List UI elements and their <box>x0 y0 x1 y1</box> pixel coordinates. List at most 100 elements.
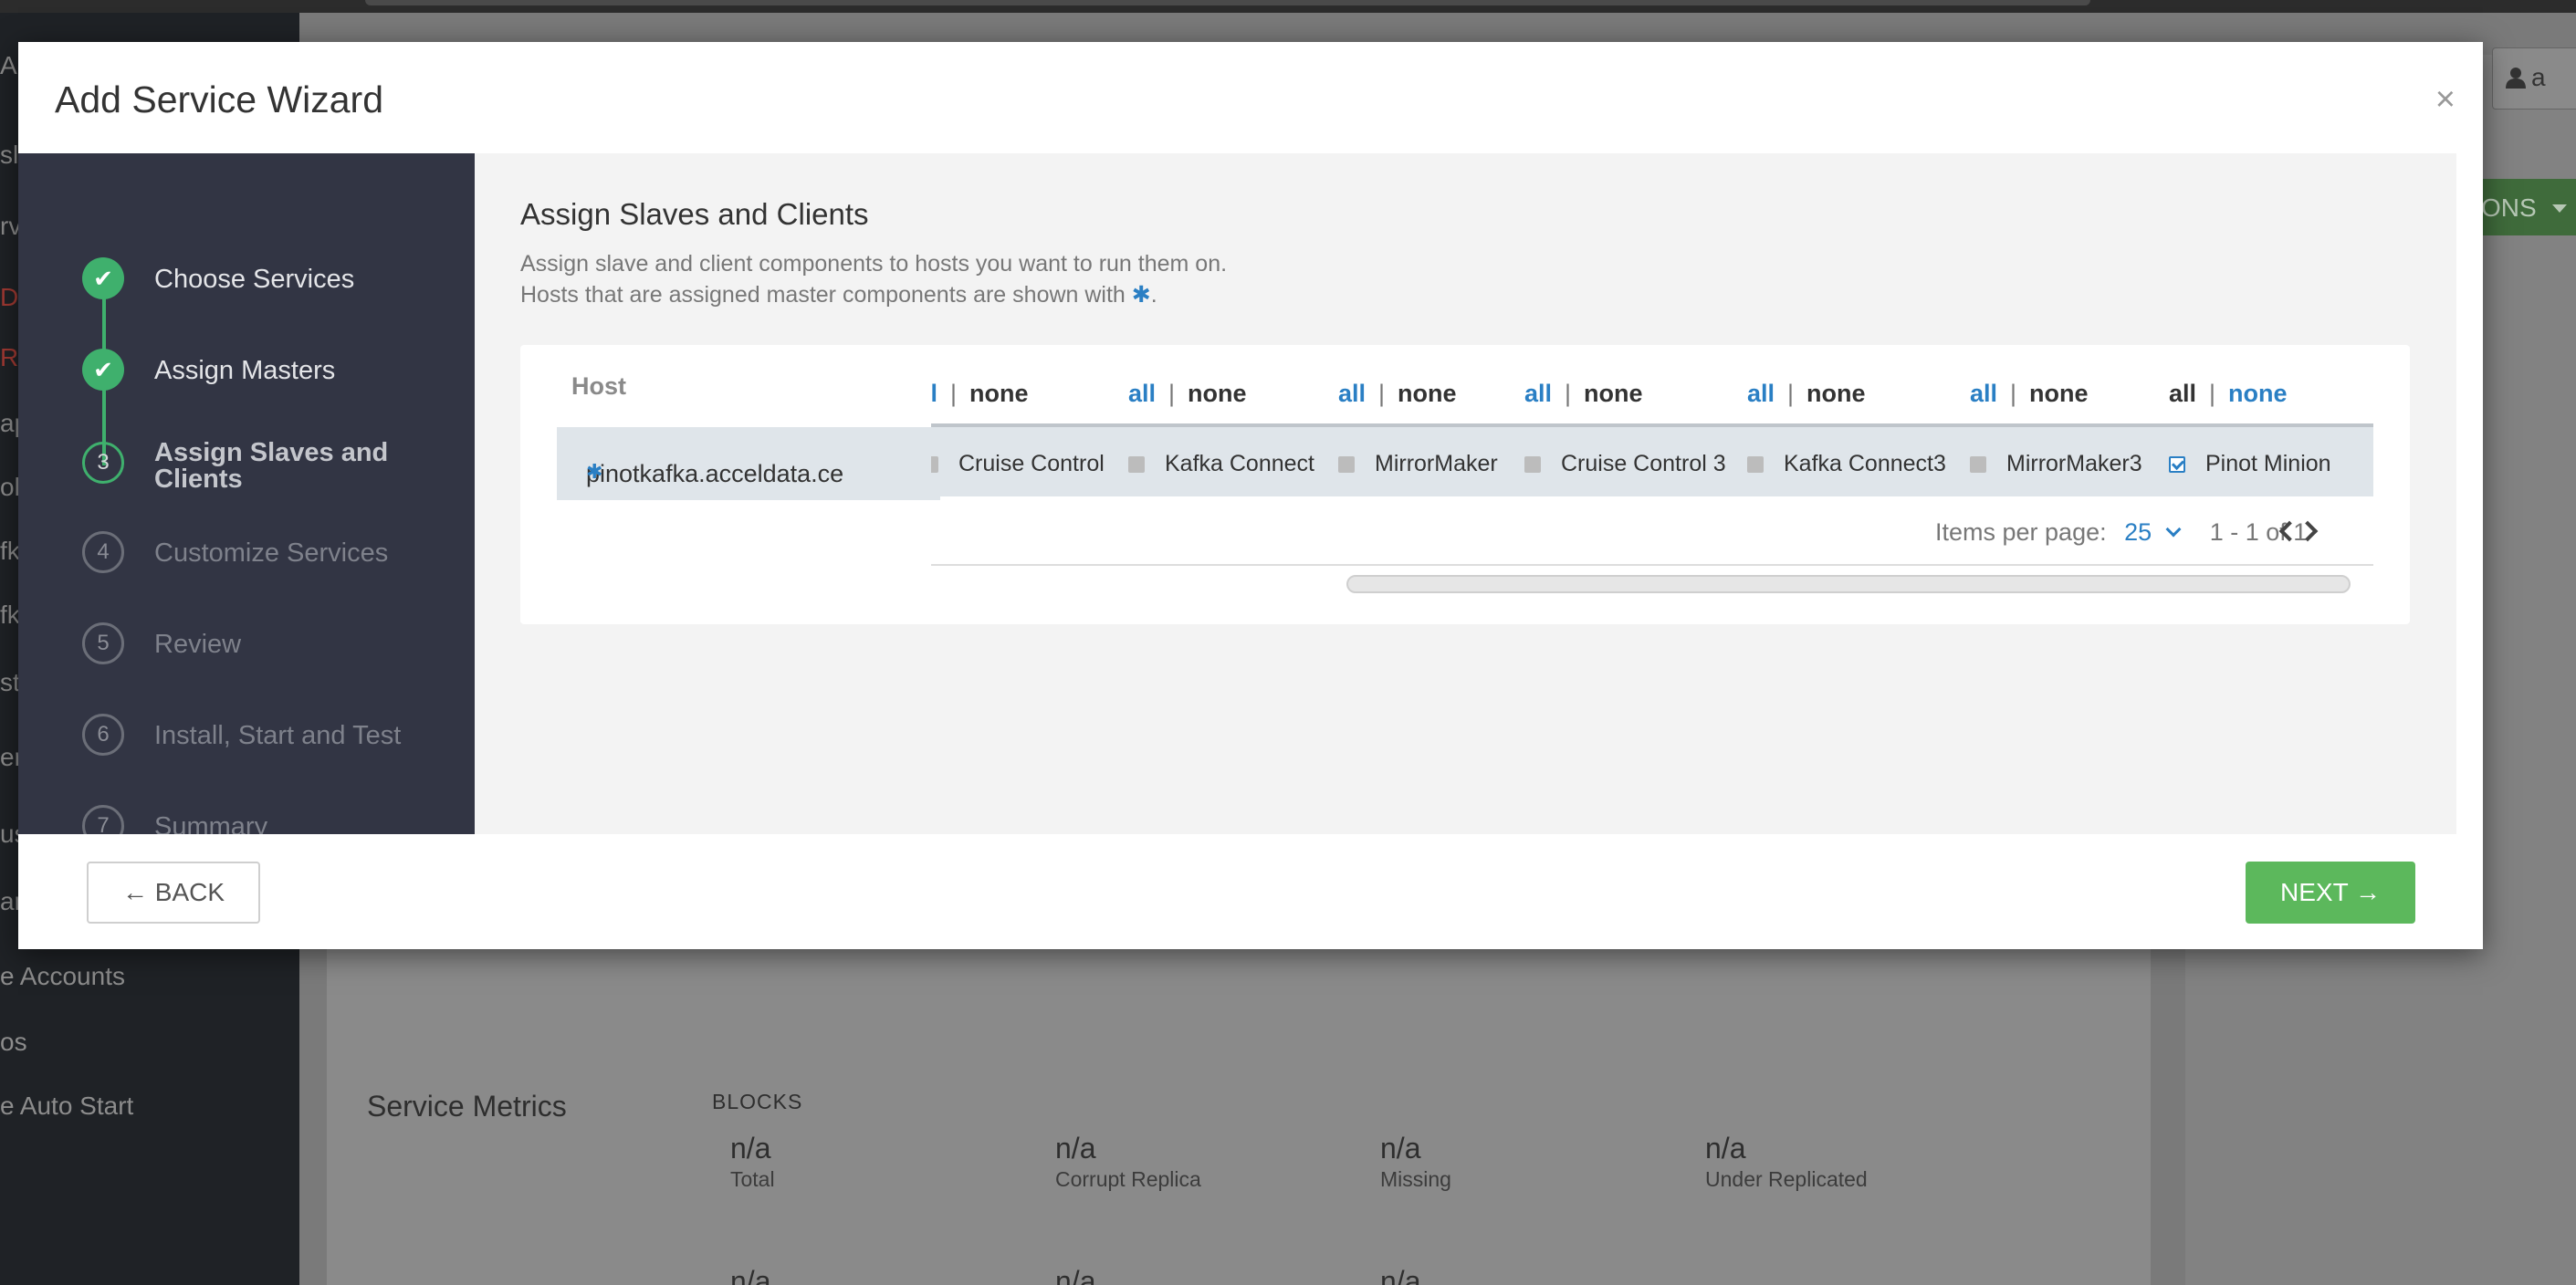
metric-label: Missing <box>1380 1167 1451 1191</box>
master-star-icon: ✱ <box>1131 282 1151 308</box>
sidebar-item[interactable]: A <box>0 51 17 80</box>
step-label: Assign Slaves and Clients <box>154 438 389 494</box>
metric-label: Corrupt Replica <box>1055 1167 1201 1191</box>
column-select-links: ll|none <box>931 380 1029 408</box>
step-choose-services[interactable]: ✔ Choose Services <box>82 257 466 301</box>
step-install-start-test: 6 Install, Start and Test <box>82 714 466 757</box>
select-none-link[interactable]: none <box>1398 380 1457 407</box>
step-label: Customize Services <box>154 538 389 568</box>
sidebar-item[interactable]: e Auto Start <box>0 1092 133 1121</box>
items-per-page-label: Items per page: <box>1935 518 2107 546</box>
step-assign-masters[interactable]: ✔ Assign Masters <box>82 349 466 392</box>
sidebar-item[interactable]: sl <box>0 141 18 170</box>
next-button[interactable]: NEXT → <box>2246 862 2415 924</box>
sidebar-item[interactable]: R <box>0 343 18 372</box>
master-star-icon: ✱ <box>586 460 603 483</box>
component-label: MirrorMaker <box>1375 451 1498 476</box>
select-none-link[interactable]: none <box>2029 380 2089 407</box>
chevron-down-icon[interactable] <box>2165 521 2182 538</box>
metric-value: n/a <box>1705 1132 1746 1165</box>
column-select-links: all | none <box>1338 380 1457 407</box>
checkbox[interactable] <box>1970 456 1986 473</box>
sidebar-item[interactable]: fk <box>0 601 20 630</box>
select-none-link[interactable]: none <box>1584 380 1643 407</box>
select-all-link[interactable]: all <box>1524 380 1552 407</box>
step-label: Review <box>154 630 242 659</box>
component-checkbox-kafka-connect3[interactable]: Kafka Connect3 <box>1747 451 1946 477</box>
select-all-link[interactable]: all <box>2169 380 2196 407</box>
component-label: Pinot Minion <box>2205 451 2331 476</box>
metric-total: n/a Total <box>730 1132 775 1192</box>
select-all-link[interactable]: ll <box>931 380 937 407</box>
sidebar-item[interactable]: ol <box>0 473 20 502</box>
step-customize-services: 4 Customize Services <box>82 531 466 575</box>
metric-missing: n/a Missing <box>1380 1132 1451 1192</box>
pagination: Items per page: 25 1 - 1 of 1 <box>1935 518 2307 547</box>
component-checkbox-mirrormaker[interactable]: MirrorMaker <box>1338 451 1498 477</box>
checkbox[interactable] <box>1128 456 1145 473</box>
select-none-link[interactable]: none <box>2228 380 2288 407</box>
wizard-steps-nav: ✔ Choose Services ✔ Assign Masters 3 Ass… <box>18 153 475 847</box>
sidebar-item[interactable]: e Accounts <box>0 962 125 991</box>
horizontal-scrollbar[interactable] <box>1346 575 2351 593</box>
items-per-page-select[interactable]: 25 <box>2124 518 2152 546</box>
component-checkbox-cruise-control-3[interactable]: Cruise Control 3 <box>1524 451 1726 477</box>
check-icon: ✔ <box>82 257 124 299</box>
select-none-link[interactable]: none <box>1806 380 1866 407</box>
component-label: Cruise Control <box>958 451 1105 476</box>
select-none-link[interactable]: none <box>1188 380 1247 407</box>
column-select-links: all | none <box>1747 380 1866 407</box>
check-icon: ✔ <box>82 349 124 391</box>
step-label: Install, Start and Test <box>154 721 402 750</box>
add-service-wizard-modal: Add Service Wizard × ✔ Choose Services ✔… <box>18 42 2483 949</box>
back-button[interactable]: ← BACK <box>87 862 260 924</box>
checkbox[interactable] <box>931 456 938 473</box>
column-select-links: all | none <box>1128 380 1247 407</box>
component-checkbox-kafka-connect[interactable]: Kafka Connect <box>1128 451 1314 477</box>
metric-corrupt-replica: n/a Corrupt Replica <box>1055 1132 1201 1192</box>
sidebar-item[interactable]: fk <box>0 537 20 566</box>
step-number: 4 <box>82 531 124 573</box>
modal-footer: ← BACK NEXT → <box>18 834 2483 949</box>
component-columns-scroll[interactable]: ll|none Cruise Control all|none Kafka Co… <box>931 345 2373 624</box>
select-all-link[interactable]: all <box>1338 380 1366 407</box>
step-review: 5 Review <box>82 622 466 666</box>
user-name: a <box>2531 63 2546 91</box>
top-bar <box>0 0 2576 13</box>
component-checkbox-pinot-minion[interactable]: Pinot Minion <box>2169 451 2331 477</box>
component-label: MirrorMaker3 <box>2006 451 2142 476</box>
select-all-link[interactable]: all <box>1970 380 1997 407</box>
component-label: Kafka Connect3 <box>1784 451 1946 476</box>
component-checkbox-cruise-control[interactable]: Cruise Control <box>931 451 1105 477</box>
metric-value: n/a <box>730 1265 771 1285</box>
select-none-link[interactable]: none <box>969 380 1029 407</box>
sidebar-item[interactable]: st <box>0 668 20 697</box>
host-cell: pinotkafka.acceldata.ce ✱ <box>557 427 940 500</box>
close-icon[interactable]: × <box>2435 80 2456 120</box>
column-select-links: all | none <box>1970 380 2089 407</box>
metric-under-replicated: n/a Under Replicated <box>1705 1132 1868 1192</box>
column-select-links: all | none <box>2169 380 2288 407</box>
modal-header: Add Service Wizard × <box>18 42 2483 153</box>
scroll-divider <box>931 564 2373 566</box>
checkbox[interactable] <box>1338 456 1355 473</box>
step-assign-slaves-clients[interactable]: 3 Assign Slaves and Clients <box>82 440 466 493</box>
component-label: Cruise Control 3 <box>1561 451 1726 476</box>
select-all-link[interactable]: all <box>1747 380 1775 407</box>
description-line: Assign slave and client components to ho… <box>520 251 1228 277</box>
checkbox[interactable] <box>1747 456 1764 473</box>
checkbox-checked[interactable] <box>2169 456 2185 473</box>
select-all-link[interactable]: all <box>1128 380 1156 407</box>
metric-label: Total <box>730 1167 775 1191</box>
user-menu-button[interactable]: a <box>2492 47 2576 110</box>
caret-down-icon <box>2552 204 2568 213</box>
component-label: Kafka Connect <box>1165 451 1314 476</box>
actions-label: ONS <box>2481 193 2537 222</box>
modal-title: Add Service Wizard <box>55 78 384 120</box>
service-metrics-title: Service Metrics <box>367 1090 567 1123</box>
step-title: Assign Slaves and Clients <box>520 197 869 231</box>
checkbox[interactable] <box>1524 456 1541 473</box>
component-checkbox-mirrormaker3[interactable]: MirrorMaker3 <box>1970 451 2142 477</box>
sidebar-item[interactable]: os <box>0 1028 27 1057</box>
wizard-content: Assign Slaves and Clients Assign slave a… <box>475 153 2456 834</box>
